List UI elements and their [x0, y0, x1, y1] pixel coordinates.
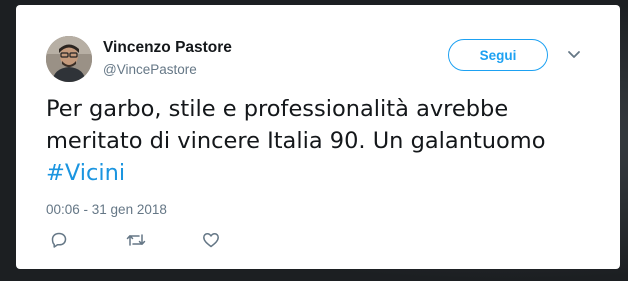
retweet-icon[interactable] — [126, 231, 146, 249]
author-name[interactable]: Vincenzo Pastore — [103, 39, 232, 57]
chevron-down-icon[interactable] — [566, 49, 582, 61]
avatar[interactable] — [46, 36, 92, 82]
tweet-text: Per garbo, stile e professionalità avreb… — [46, 93, 606, 189]
author-handle[interactable]: @VincePastore — [103, 62, 197, 77]
like-icon[interactable] — [202, 231, 220, 249]
tweet-body: Per garbo, stile e professionalità avreb… — [46, 96, 546, 154]
follow-button[interactable]: Segui — [448, 39, 548, 71]
hashtag-link[interactable]: #Vicini — [46, 160, 125, 186]
tweet-card: Vincenzo Pastore @VincePastore Segui Per… — [16, 5, 620, 269]
timestamp[interactable]: 00:06 - 31 gen 2018 — [46, 202, 167, 217]
reply-icon[interactable] — [50, 231, 68, 249]
avatar-photo — [46, 36, 92, 82]
